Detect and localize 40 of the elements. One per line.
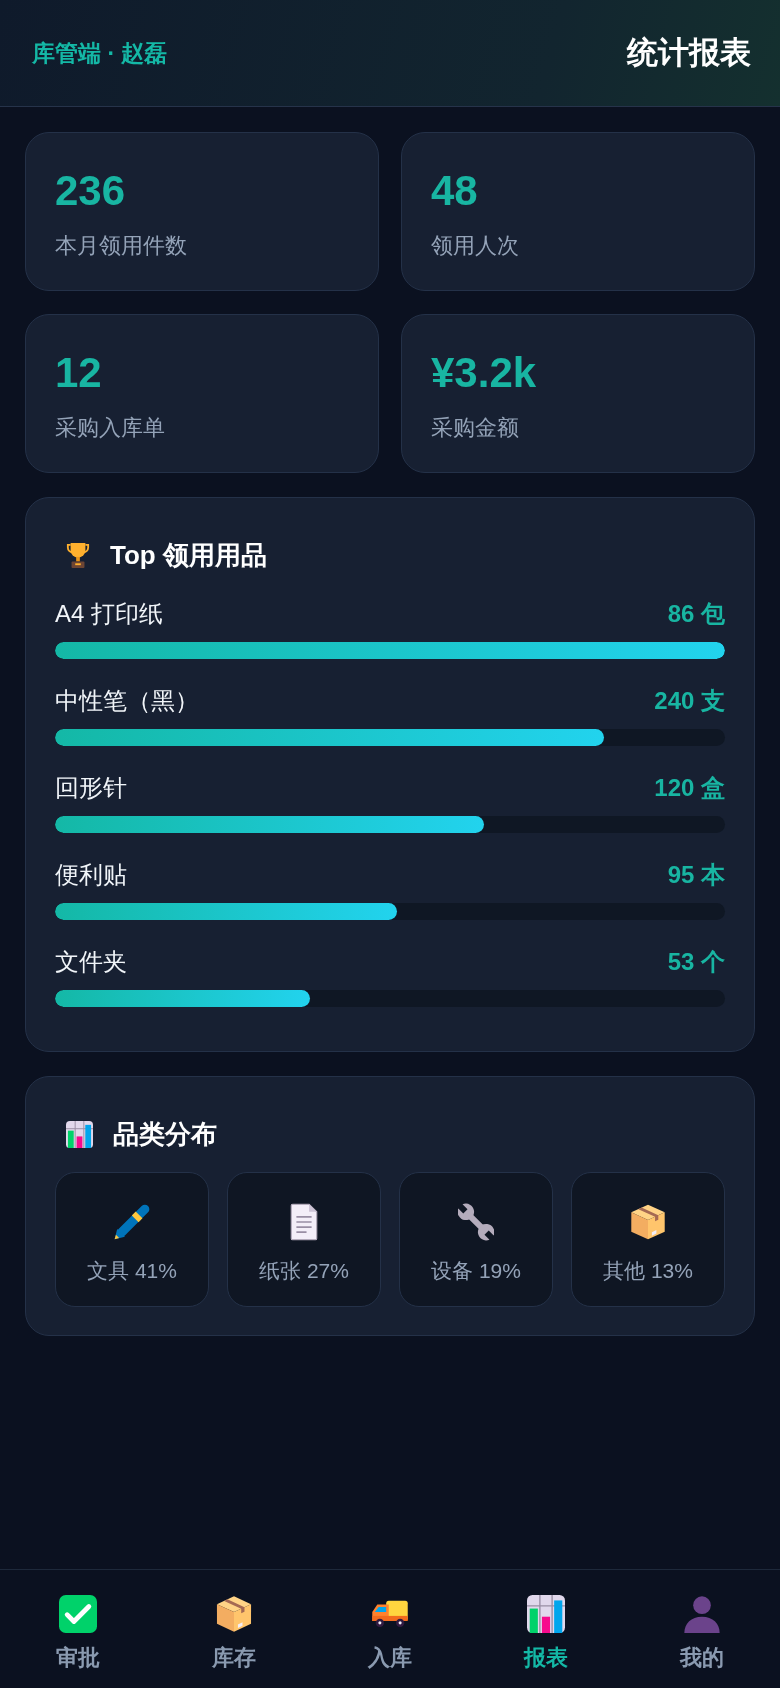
wrench-icon xyxy=(458,1203,494,1241)
category-label: 文具 41% xyxy=(87,1258,177,1284)
item-amount: 86 包 xyxy=(667,599,725,629)
stat-label: 领用人次 xyxy=(431,232,520,260)
section-title: Top 领用用品 xyxy=(110,539,267,572)
person-icon xyxy=(683,1595,721,1633)
item-amount: 95 本 xyxy=(667,860,725,890)
item-name: 中性笔（黑） xyxy=(55,686,199,716)
stat-value: ¥3.2k xyxy=(431,349,538,397)
stat-label: 本月领用件数 xyxy=(55,232,188,260)
nav-tab[interactable]: 库存 xyxy=(212,1595,256,1671)
package-icon xyxy=(215,1595,253,1633)
stat-value: 48 xyxy=(431,167,479,215)
stat-label: 采购金额 xyxy=(431,414,520,442)
item-amount: 53 个 xyxy=(667,947,725,977)
nav-tab[interactable]: 我的 xyxy=(680,1595,724,1671)
item-name: 回形针 xyxy=(55,773,127,803)
item-name: 文件夹 xyxy=(55,947,127,977)
bar-chart-icon xyxy=(527,1595,565,1633)
trophy-icon xyxy=(66,542,90,568)
category-label: 其他 13% xyxy=(603,1258,693,1284)
item-name: A4 打印纸 xyxy=(55,599,164,629)
page-title: 统计报表 xyxy=(627,34,751,72)
role-user-label: 库管端 · 赵磊 xyxy=(32,38,168,68)
nav-tab[interactable]: 入库 xyxy=(368,1595,412,1671)
bar-chart-icon xyxy=(66,1120,93,1148)
package-icon xyxy=(630,1203,666,1241)
item-amount: 240 支 xyxy=(654,686,725,716)
item-name: 便利贴 xyxy=(55,860,127,890)
checkbox-icon xyxy=(59,1595,97,1633)
category-label: 设备 19% xyxy=(431,1258,521,1284)
stat-value: 12 xyxy=(55,349,103,397)
section-title: 品类分布 xyxy=(113,1118,217,1151)
stat-value: 236 xyxy=(55,167,127,215)
item-amount: 120 盒 xyxy=(654,773,725,803)
nav-tab[interactable]: 审批 xyxy=(56,1595,100,1671)
category-label: 纸张 27% xyxy=(259,1258,349,1284)
pen-icon xyxy=(114,1203,150,1241)
nav-tab[interactable]: 报表 xyxy=(524,1595,568,1671)
stat-label: 采购入库单 xyxy=(55,414,166,442)
